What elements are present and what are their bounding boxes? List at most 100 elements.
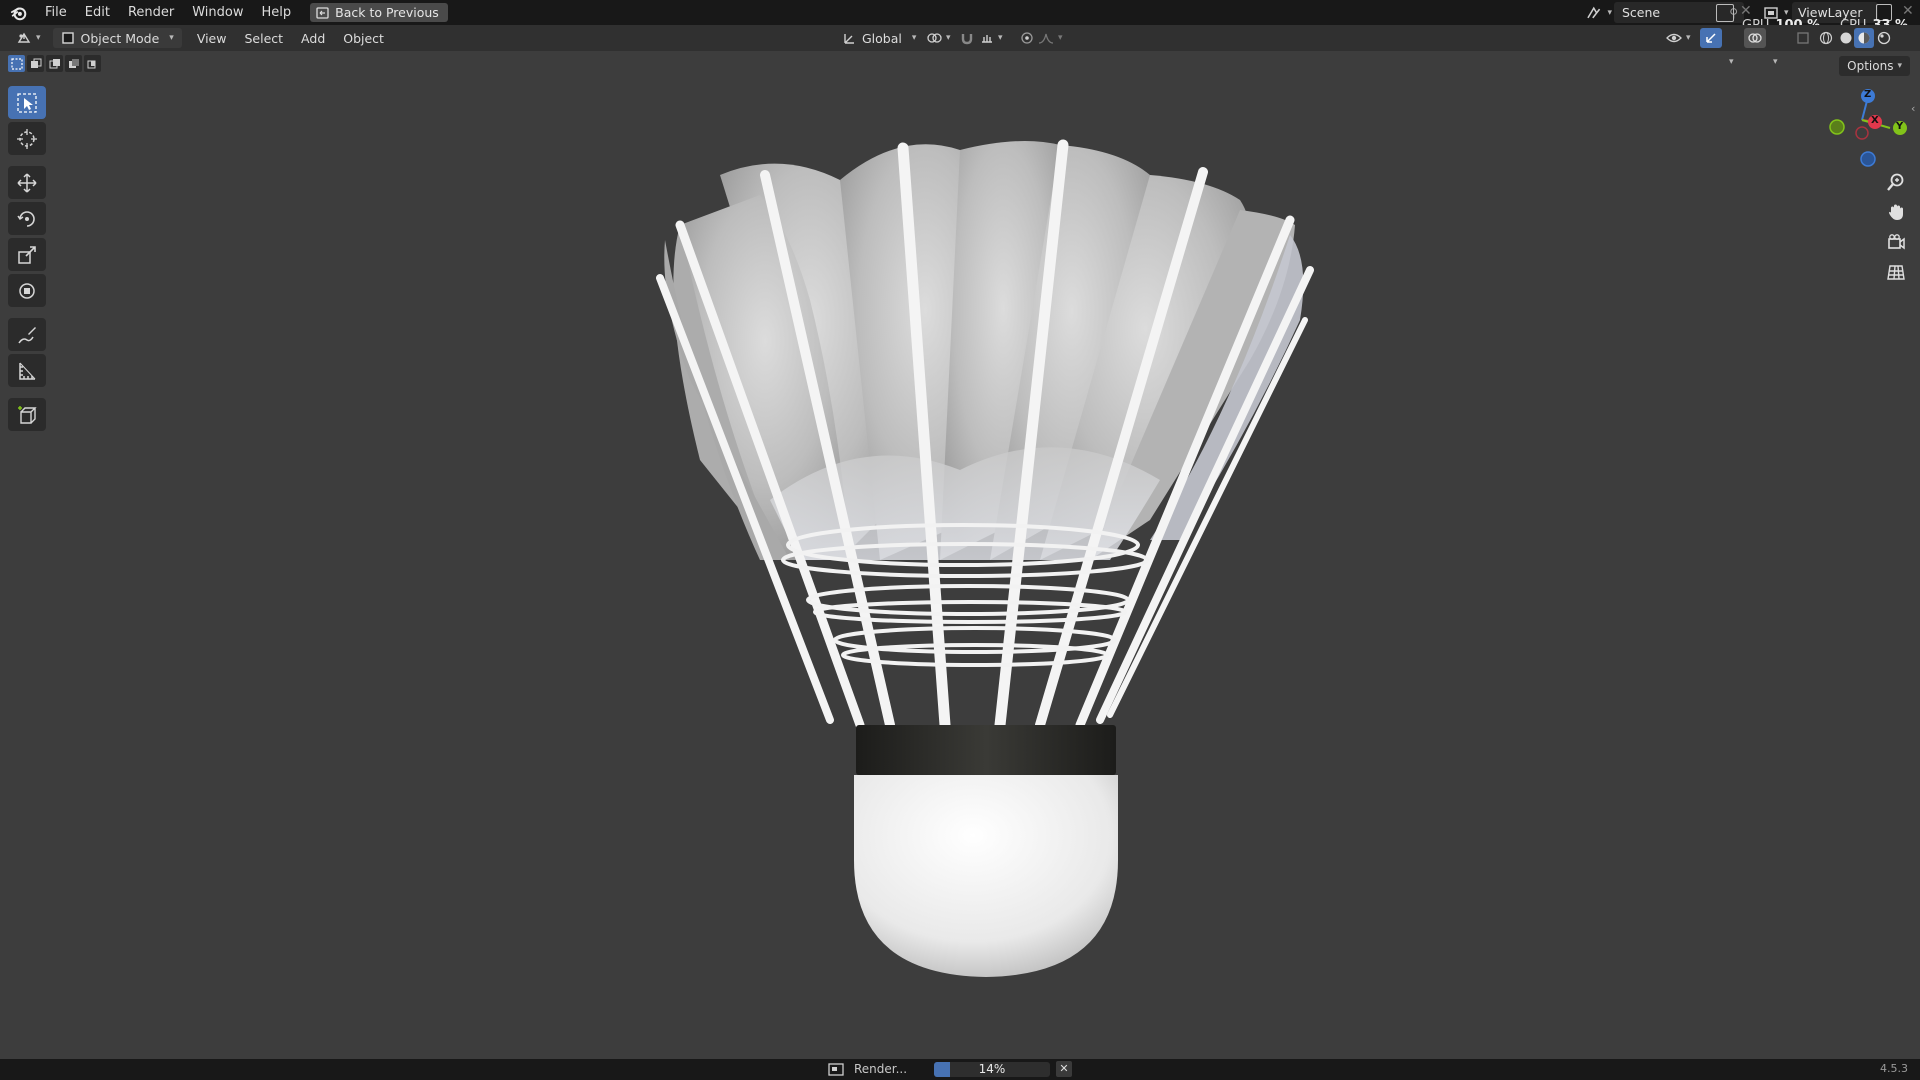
tool-rotate[interactable]	[8, 202, 46, 235]
select-intersect-button[interactable]	[84, 55, 101, 72]
tool-shelf	[8, 86, 48, 434]
options-dropdown[interactable]: Options ▾	[1839, 56, 1910, 76]
select-extend-icon	[30, 58, 41, 68]
shuttlecock-model[interactable]	[656, 139, 1314, 977]
render-window-icon	[828, 1063, 844, 1076]
transform-orientation-dropdown[interactable]: Global ▾	[836, 28, 922, 48]
select-intersect-icon	[87, 60, 95, 68]
chevron-down-icon: ▾	[1686, 33, 1691, 43]
snap-increment-icon	[982, 35, 992, 43]
options-label: Options	[1847, 59, 1894, 73]
gizmo-x-label[interactable]: X	[1871, 115, 1879, 126]
delete-scene-icon[interactable]: ✕	[1740, 3, 1752, 19]
object-mode-dropdown[interactable]: Object Mode ▾	[52, 28, 182, 48]
delete-view-layer-icon[interactable]: ✕	[1902, 3, 1914, 19]
zoom-button[interactable]	[1880, 168, 1912, 196]
status-bar: Render... 14% ✕ 4.5.3	[0, 1059, 1920, 1080]
base-band	[856, 725, 1116, 775]
scene-type-icon[interactable]: ▾	[1586, 4, 1612, 21]
object-mode-label: Object Mode	[80, 30, 160, 46]
blender-version: 4.5.3	[1880, 1062, 1908, 1075]
select-subtract-button[interactable]	[46, 55, 63, 72]
transform-orientation-label: Global	[862, 30, 902, 46]
menu-add[interactable]: Add	[292, 31, 334, 46]
chevron-down-icon: ▾	[1784, 7, 1789, 18]
shading-solid-button[interactable]	[1836, 28, 1856, 48]
tool-annotate[interactable]	[8, 318, 46, 351]
screen-back-icon	[316, 6, 329, 19]
falloff-dropdown[interactable]: ▾	[1032, 28, 1069, 48]
shading-rendered-button[interactable]	[1874, 28, 1894, 48]
select-box-icon	[17, 92, 37, 113]
orientation-axis-icon	[844, 34, 854, 44]
chevron-down-icon: ▾	[169, 33, 174, 43]
gizmo-toggle[interactable]	[1700, 28, 1722, 48]
back-to-previous-button[interactable]: Back to Previous	[310, 3, 448, 22]
transform-icon	[19, 282, 35, 299]
gizmo-y-label[interactable]: Y	[1896, 121, 1903, 132]
menu-object[interactable]: Object	[334, 31, 393, 46]
menu-view[interactable]: View	[188, 31, 236, 46]
tool-transform[interactable]	[8, 274, 46, 307]
object-visibility-dropdown[interactable]: ▾	[1660, 28, 1697, 48]
falloff-curve-icon	[1038, 33, 1054, 44]
rotate-icon	[17, 210, 35, 227]
gizmo-icon	[1706, 33, 1716, 43]
sidebar-toggle-icon[interactable]: ‹	[1911, 102, 1915, 115]
shading-material-button[interactable]	[1854, 28, 1874, 48]
editor-type-button[interactable]: ▾	[10, 28, 47, 48]
snap-target-dropdown[interactable]: ▾	[974, 28, 1009, 48]
pan-button[interactable]	[1880, 198, 1912, 226]
select-subtract-icon	[49, 58, 60, 68]
add-cube-icon	[18, 405, 37, 424]
render-job-label: Render...	[854, 1062, 908, 1076]
progress-text: 14%	[978, 1062, 1006, 1076]
perspective-toggle-button[interactable]	[1880, 258, 1912, 286]
select-invert-icon	[68, 58, 79, 68]
menu-file[interactable]: File	[36, 0, 76, 25]
pivot-icon	[927, 33, 942, 43]
select-new-button[interactable]	[8, 55, 25, 72]
scale-icon	[18, 245, 36, 264]
menu-render[interactable]: Render	[119, 0, 183, 25]
zoom-magnifier-icon	[1887, 173, 1904, 191]
xray-icon	[1797, 32, 1809, 44]
grid-perspective-icon	[1887, 265, 1905, 280]
chevron-down-icon: ▾	[1058, 33, 1063, 43]
menu-help[interactable]: Help	[253, 0, 301, 25]
menu-select[interactable]: Select	[235, 31, 292, 46]
blender-logo-icon[interactable]	[10, 4, 28, 22]
tool-move[interactable]	[8, 166, 46, 199]
shading-wireframe-button[interactable]	[1816, 28, 1836, 48]
xray-toggle[interactable]	[1790, 28, 1816, 48]
camera-view-button[interactable]	[1880, 228, 1912, 256]
menu-window[interactable]: Window	[183, 0, 252, 25]
select-invert-button[interactable]	[65, 55, 82, 72]
selection-mode-row	[8, 55, 101, 73]
tool-add-cube[interactable]	[8, 398, 46, 431]
overlays-icon	[1748, 33, 1762, 43]
select-new-icon	[10, 57, 23, 70]
overlays-toggle[interactable]	[1744, 28, 1766, 48]
pan-hand-icon	[1889, 204, 1903, 220]
select-extend-button[interactable]	[27, 55, 44, 72]
chevron-down-icon: ▾	[946, 33, 951, 43]
scene-name[interactable]: Scene	[1622, 5, 1660, 20]
tool-scale[interactable]	[8, 238, 46, 271]
rendered-sphere-icon	[1877, 31, 1891, 45]
cancel-render-button[interactable]: ✕	[1056, 1061, 1072, 1077]
tool-cursor[interactable]	[8, 122, 46, 155]
viewport-3d[interactable]	[0, 0, 1920, 1080]
gizmo-z-label[interactable]: Z	[1864, 89, 1871, 100]
gizmo-dropdown-icon[interactable]: ▾	[1729, 57, 1734, 67]
measure-ruler-icon	[19, 362, 36, 380]
new-scene-button[interactable]	[1716, 4, 1734, 22]
camera-icon	[1888, 234, 1905, 250]
tool-measure[interactable]	[8, 354, 46, 387]
overlays-dropdown-icon[interactable]: ▾	[1773, 57, 1778, 67]
menu-edit[interactable]: Edit	[76, 0, 119, 25]
tool-select-box[interactable]	[8, 86, 46, 119]
back-to-previous-label: Back to Previous	[335, 5, 439, 20]
pivot-point-dropdown[interactable]: ▾	[920, 28, 957, 48]
solid-sphere-icon	[1840, 32, 1852, 44]
